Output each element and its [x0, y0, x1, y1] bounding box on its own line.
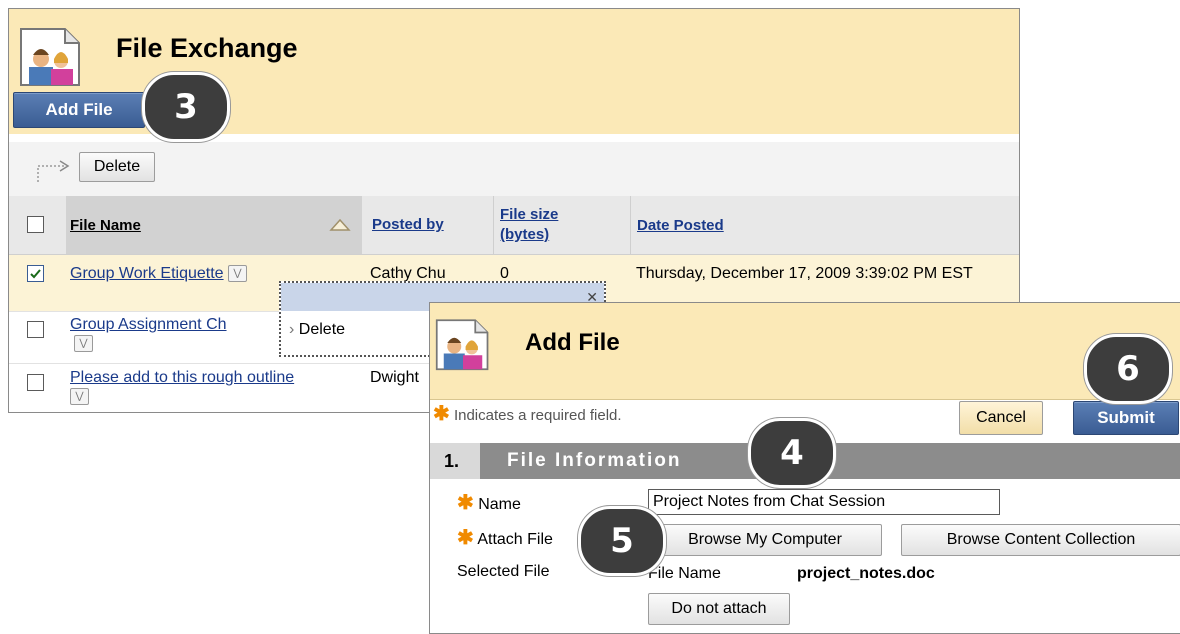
cancel-button[interactable]: Cancel: [959, 401, 1043, 435]
options-chevron-icon[interactable]: ⋁: [70, 388, 89, 406]
step-badge-6: 6: [1084, 334, 1172, 404]
step-badge-5: 5: [578, 506, 666, 576]
column-posted-by[interactable]: Posted by: [372, 215, 444, 235]
dialog-title: Add File: [525, 329, 620, 356]
date-posted: Thursday, December 17, 2009 3:39:02 PM E…: [636, 265, 973, 282]
checkmark-icon: [30, 269, 41, 279]
column-file-name[interactable]: File Name: [70, 217, 141, 234]
name-label: ✱ Name: [457, 492, 521, 514]
options-chevron-icon[interactable]: ⋁: [228, 265, 248, 283]
row-checkbox[interactable]: [27, 265, 44, 282]
browse-content-collection-button[interactable]: Browse Content Collection: [901, 524, 1180, 556]
name-input[interactable]: Project Notes from Chat Session: [648, 489, 1000, 515]
delete-button[interactable]: Delete: [79, 152, 155, 182]
table-header: File Name Posted by File size (bytes) Da…: [9, 196, 1019, 255]
menu-item-delete[interactable]: › Delete: [289, 321, 345, 339]
row-checkbox[interactable]: [27, 374, 44, 391]
column-date-posted[interactable]: Date Posted: [637, 217, 724, 234]
section-title: File Information: [507, 450, 682, 471]
do-not-attach-button[interactable]: Do not attach: [648, 593, 790, 625]
row-checkbox[interactable]: [27, 321, 44, 338]
column-file-size[interactable]: File size (bytes): [500, 205, 610, 245]
attach-file-label: ✱ Attach File: [457, 527, 553, 549]
chevron-right-icon: ›: [289, 321, 295, 338]
users-icon: [20, 28, 80, 86]
sort-ascending-icon[interactable]: [329, 218, 351, 232]
required-note: ✱ Indicates a required field.: [433, 403, 622, 425]
action-bar: Delete: [9, 142, 1019, 197]
selected-file-label: Selected File: [457, 563, 550, 580]
file-name-label: File Name: [648, 565, 721, 582]
required-star-icon: ✱: [457, 527, 474, 549]
step-badge-4: 4: [748, 418, 836, 488]
required-star-icon: ✱: [433, 403, 450, 425]
posted-by: Dwight: [370, 369, 419, 386]
add-file-button[interactable]: Add File: [13, 92, 145, 128]
file-name-value: project_notes.doc: [797, 565, 935, 582]
section-number: 1.: [430, 443, 480, 479]
submit-button[interactable]: Submit: [1073, 401, 1179, 435]
file-link[interactable]: Group Work Etiquette: [70, 265, 224, 282]
options-chevron-icon[interactable]: ⋁: [74, 335, 93, 353]
page-title: File Exchange: [116, 33, 298, 63]
file-link[interactable]: Group Assignment Ch: [70, 316, 227, 333]
file-link[interactable]: Please add to this rough outline: [70, 369, 294, 386]
select-all-checkbox[interactable]: [27, 216, 44, 233]
select-arrow-icon: [37, 160, 70, 182]
users-icon: [435, 319, 489, 371]
add-file-header: Add File: [430, 303, 1180, 400]
browse-my-computer-button[interactable]: Browse My Computer: [648, 524, 882, 556]
step-badge-3: 3: [142, 72, 230, 142]
required-star-icon: ✱: [457, 492, 474, 514]
